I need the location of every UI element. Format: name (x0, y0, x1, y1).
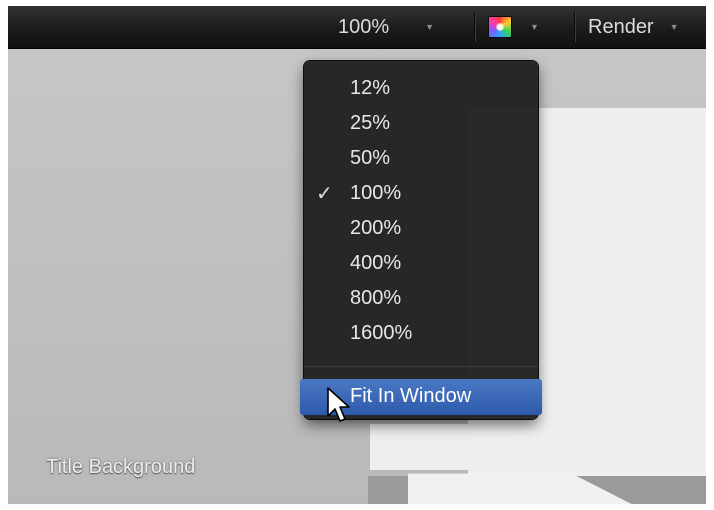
dropdown-arrow-icon: ▼ (425, 21, 435, 32)
checkmark-icon: ✓ (316, 183, 333, 205)
viewer-window: Title Background 100% ▼ ▼ Render ▼ 12% 2… (8, 6, 706, 504)
toolbar-divider (474, 12, 475, 42)
zoom-popup-button[interactable]: 100% ▼ (338, 6, 434, 48)
menu-item-label: 12% (350, 77, 391, 99)
title-caption: Title Background (46, 456, 196, 478)
menu-item-label: 400% (350, 252, 402, 274)
menu-item-100[interactable]: ✓ 100% (304, 176, 538, 210)
menu-item-label: 800% (350, 287, 402, 309)
render-popup-button[interactable]: Render ▼ (588, 6, 679, 48)
color-channels-icon (488, 16, 512, 38)
menu-item-label: 1600% (350, 322, 413, 344)
menu-item-label: 25% (350, 112, 391, 134)
zoom-value: 100% (338, 15, 390, 38)
title-panel-edge (370, 424, 470, 470)
dropdown-arrow-icon: ▼ (530, 21, 539, 32)
menu-item-400[interactable]: 400% (304, 246, 538, 280)
toolbar-divider (574, 12, 575, 42)
menu-item-label: 100% (350, 182, 402, 204)
menu-item-label: 200% (350, 217, 402, 239)
mouse-pointer-icon (327, 387, 350, 422)
menu-item-50[interactable]: 50% (304, 141, 538, 175)
color-channels-button[interactable]: ▼ (488, 6, 539, 48)
menu-item-1600[interactable]: 1600% (304, 316, 538, 350)
menu-divider (304, 366, 538, 367)
dropdown-arrow-icon: ▼ (669, 21, 679, 32)
menu-item-25[interactable]: 25% (304, 106, 538, 140)
zoom-menu: 12% 25% 50% ✓ 100% 200% 400% 800% 1600% … (300, 61, 542, 419)
menu-item-label: 50% (350, 147, 391, 169)
viewer-toolbar: 100% ▼ ▼ Render ▼ (8, 6, 706, 49)
menu-item-200[interactable]: 200% (304, 211, 538, 245)
render-label: Render (588, 15, 654, 38)
menu-item-800[interactable]: 800% (304, 281, 538, 315)
menu-item-12[interactable]: 12% (304, 71, 538, 105)
menu-item-label: Fit In Window (350, 385, 472, 407)
